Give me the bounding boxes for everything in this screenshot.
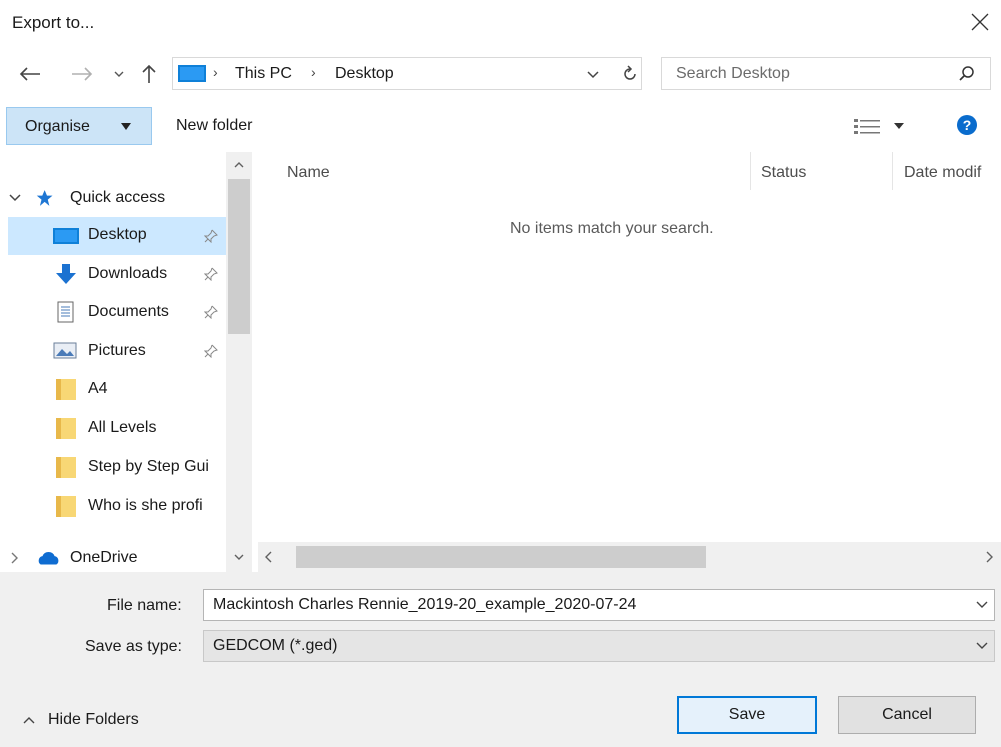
cancel-button[interactable]: Cancel bbox=[838, 696, 976, 734]
chevron-down-icon[interactable] bbox=[234, 552, 244, 562]
arrow-right-icon bbox=[72, 67, 93, 81]
hide-folders-label: Hide Folders bbox=[48, 711, 139, 728]
scrollbar-thumb[interactable] bbox=[296, 546, 706, 568]
tree-item-documents[interactable]: Documents bbox=[52, 293, 169, 331]
folder-icon bbox=[56, 457, 76, 478]
breadcrumb-separator-icon: › bbox=[311, 64, 316, 80]
chevron-down-icon bbox=[9, 194, 21, 202]
empty-message: No items match your search. bbox=[510, 220, 714, 237]
close-icon[interactable] bbox=[968, 10, 992, 34]
tree-item-folder[interactable]: A4 bbox=[52, 370, 108, 408]
chevron-down-icon bbox=[114, 71, 124, 77]
tree-item-label: All Levels bbox=[88, 419, 157, 436]
tree-item-downloads[interactable]: Downloads bbox=[52, 255, 167, 293]
tree-item-label: Desktop bbox=[88, 226, 147, 243]
download-icon bbox=[56, 264, 76, 284]
tree-quick-access-label: Quick access bbox=[70, 189, 166, 206]
arrow-left-icon bbox=[19, 67, 40, 81]
tree-item-folder[interactable]: All Levels bbox=[52, 409, 156, 447]
forward-button[interactable] bbox=[68, 60, 96, 88]
svg-text:?: ? bbox=[963, 117, 972, 133]
scrollbar-thumb[interactable] bbox=[228, 179, 250, 334]
save-type-value: GEDCOM (*.ged) bbox=[213, 637, 338, 654]
filename-field[interactable]: Mackintosh Charles Rennie_2019-20_exampl… bbox=[203, 589, 995, 621]
chevron-left-icon[interactable] bbox=[264, 551, 274, 563]
tree-item-label: Who is she profi bbox=[88, 497, 203, 514]
back-button[interactable] bbox=[16, 60, 44, 88]
refresh-icon[interactable] bbox=[620, 64, 640, 84]
breadcrumb-this-pc[interactable]: This PC bbox=[235, 65, 292, 83]
cloud-icon bbox=[38, 552, 59, 565]
breadcrumb-desktop[interactable]: Desktop bbox=[335, 65, 394, 83]
navigation-scrollbar[interactable] bbox=[226, 152, 252, 572]
pin-icon[interactable] bbox=[204, 229, 218, 243]
hide-folders-button[interactable]: Hide Folders bbox=[22, 711, 139, 729]
column-header-status[interactable]: Status bbox=[761, 164, 806, 182]
star-icon bbox=[36, 190, 53, 206]
pin-icon[interactable] bbox=[204, 267, 218, 281]
tree-item-label: Downloads bbox=[88, 265, 168, 282]
search-icon bbox=[959, 66, 974, 81]
desktop-icon bbox=[178, 65, 206, 82]
folder-icon bbox=[56, 379, 76, 400]
arrow-up-icon bbox=[142, 64, 156, 83]
window-title: Export to... bbox=[12, 13, 95, 32]
tree-item-folder[interactable]: Step by Step Gui bbox=[52, 448, 209, 486]
chevron-up-icon bbox=[23, 717, 35, 724]
pictures-icon bbox=[53, 342, 77, 359]
save-type-label: Save as type: bbox=[85, 638, 182, 655]
pin-icon[interactable] bbox=[204, 344, 218, 358]
search-placeholder: Search Desktop bbox=[676, 65, 790, 82]
tree-item-label: Step by Step Gui bbox=[88, 458, 209, 475]
navigation-pane: Quick access Desktop Downloads Documents bbox=[0, 152, 252, 572]
view-options-icon[interactable] bbox=[852, 116, 912, 136]
save-type-select[interactable]: GEDCOM (*.ged) bbox=[203, 630, 995, 662]
file-list: Name Status Date modif No items match yo… bbox=[258, 152, 1001, 572]
tree-item-desktop[interactable]: Desktop bbox=[8, 217, 226, 255]
tree-item-label: A4 bbox=[88, 380, 108, 397]
filename-label: File name: bbox=[107, 597, 182, 614]
new-folder-button[interactable]: New folder bbox=[176, 117, 252, 135]
up-button[interactable] bbox=[136, 60, 162, 88]
folder-icon bbox=[56, 496, 76, 517]
address-bar[interactable]: › This PC › Desktop bbox=[172, 57, 642, 90]
save-button[interactable]: Save bbox=[677, 696, 817, 734]
breadcrumb-separator-icon: › bbox=[213, 64, 218, 80]
tree-quick-access[interactable]: Quick access bbox=[8, 179, 165, 217]
search-input[interactable]: Search Desktop bbox=[661, 57, 991, 90]
chevron-up-icon[interactable] bbox=[234, 160, 244, 170]
tree-onedrive-label: OneDrive bbox=[70, 549, 138, 566]
help-icon[interactable]: ? bbox=[956, 114, 978, 136]
tree-item-pictures[interactable]: Pictures bbox=[52, 332, 146, 370]
horizontal-scrollbar[interactable] bbox=[258, 542, 1001, 572]
recent-locations-button[interactable] bbox=[110, 60, 128, 88]
column-header-name[interactable]: Name bbox=[287, 164, 330, 182]
tree-onedrive[interactable]: OneDrive bbox=[8, 539, 138, 572]
chevron-down-icon[interactable] bbox=[585, 66, 601, 82]
column-header-date-modified[interactable]: Date modif bbox=[904, 164, 981, 182]
chevron-down-icon[interactable] bbox=[976, 601, 988, 609]
title-bar: Export to... bbox=[0, 0, 1001, 46]
filename-value: Mackintosh Charles Rennie_2019-20_exampl… bbox=[213, 596, 637, 613]
column-divider[interactable] bbox=[750, 152, 751, 190]
organise-label: Organise bbox=[25, 118, 90, 135]
organise-button[interactable]: Organise bbox=[6, 107, 152, 145]
save-button-label: Save bbox=[728, 706, 766, 723]
column-divider[interactable] bbox=[892, 152, 893, 190]
chevron-right-icon[interactable] bbox=[984, 551, 994, 563]
tree-item-folder[interactable]: Who is she profi bbox=[52, 487, 203, 525]
caret-down-icon bbox=[121, 123, 131, 130]
tree-item-label: Documents bbox=[88, 303, 169, 320]
desktop-icon bbox=[53, 228, 79, 244]
cancel-button-label: Cancel bbox=[882, 706, 932, 723]
pin-icon[interactable] bbox=[204, 305, 218, 319]
chevron-right-icon bbox=[11, 552, 18, 564]
tree-item-label: Pictures bbox=[88, 342, 146, 359]
chevron-down-icon[interactable] bbox=[976, 642, 988, 650]
folder-icon bbox=[56, 418, 76, 439]
document-icon bbox=[57, 301, 74, 323]
